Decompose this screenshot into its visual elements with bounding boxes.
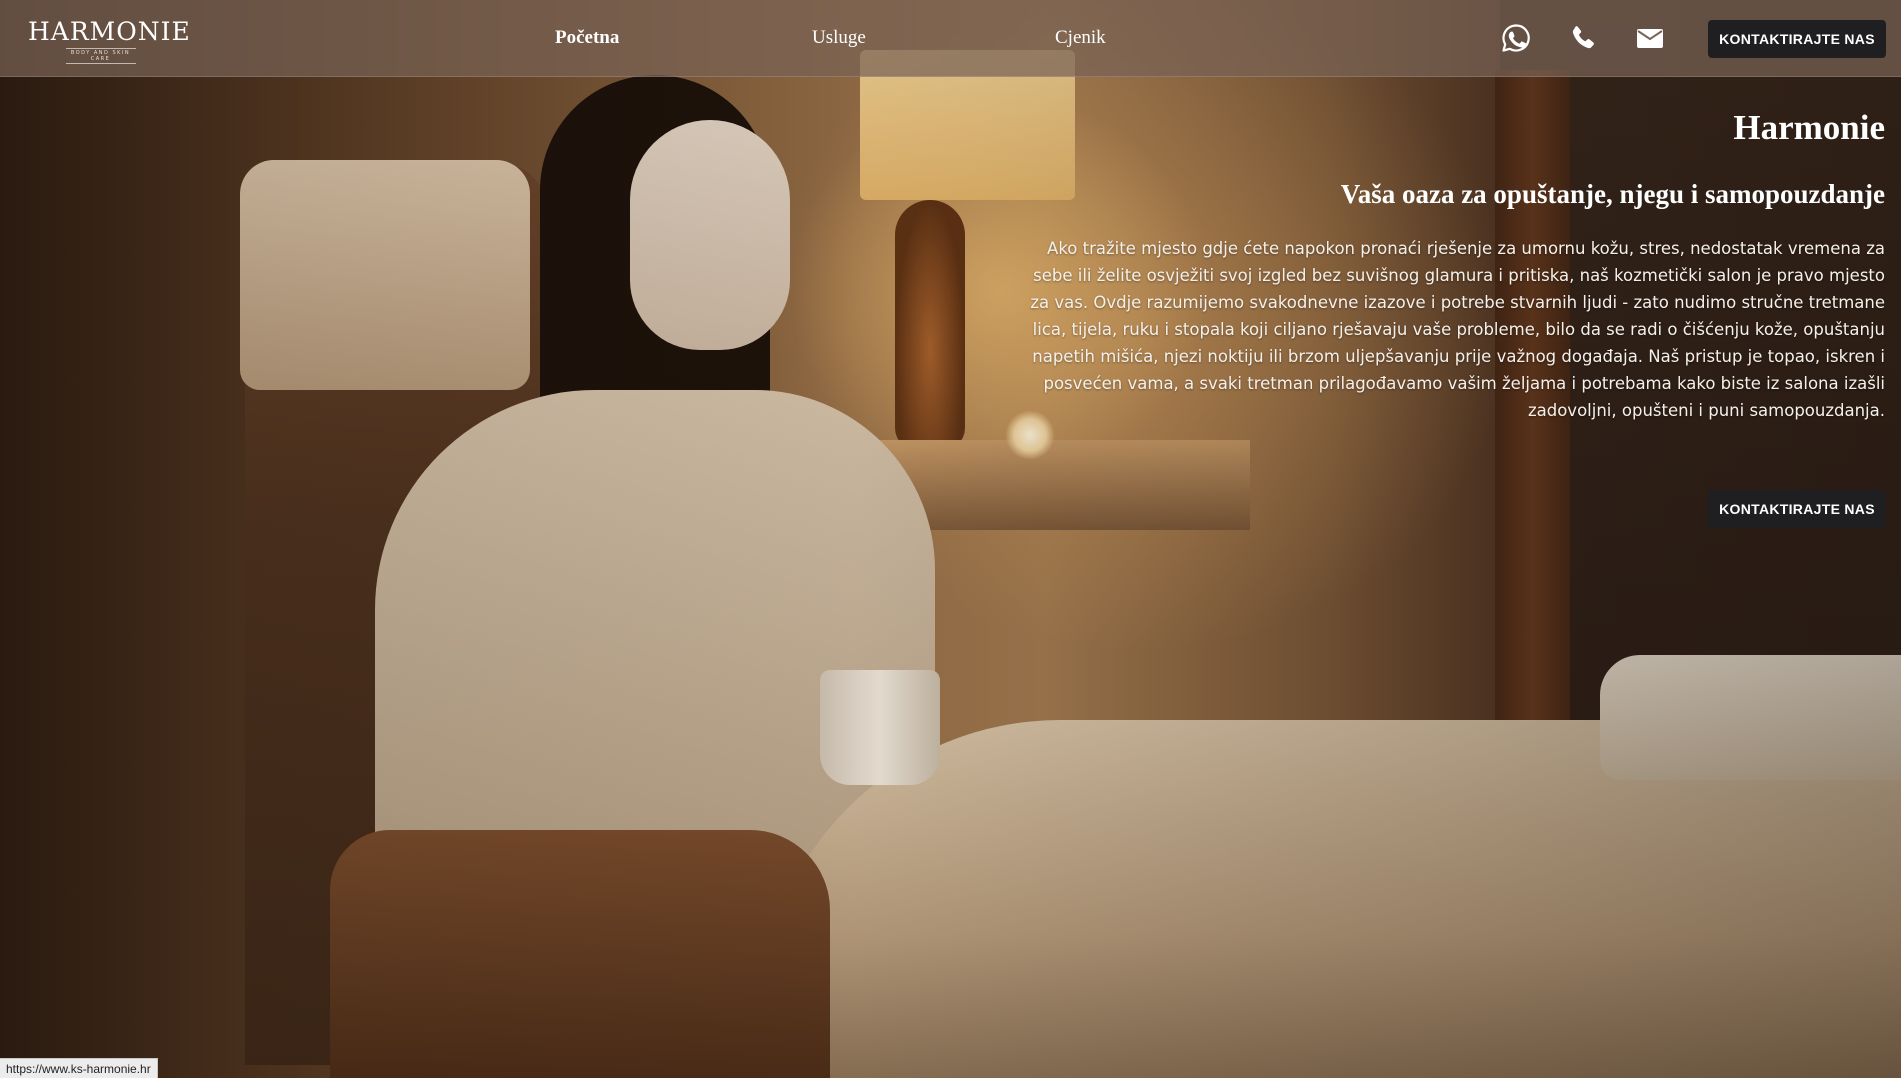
whatsapp-icon[interactable] bbox=[1500, 22, 1532, 54]
nav-link-pocetna[interactable]: Početna bbox=[555, 27, 619, 49]
contact-button-nav[interactable]: KONTAKTIRAJTE NAS bbox=[1708, 20, 1886, 58]
phone-icon[interactable] bbox=[1567, 22, 1599, 54]
nav-link-cjenik[interactable]: Cjenik bbox=[1055, 27, 1106, 49]
hero-subtitle: Vaša oaza za opuštanje, njegu i samopouz… bbox=[1340, 179, 1885, 209]
nav-link-usluge[interactable]: Usluge bbox=[812, 27, 866, 49]
logo-tagline: BODY AND SKIN CARE bbox=[65, 48, 136, 64]
hero-section: Harmonie Vaša oaza za opuštanje, njegu i… bbox=[1025, 100, 1885, 424]
logo-text: HARMONIE bbox=[28, 17, 191, 46]
site-logo[interactable]: HARMONIE BODY AND SKIN CARE bbox=[28, 17, 191, 64]
hero-title: Harmonie bbox=[1733, 108, 1885, 147]
hero-description: Ako tražite mjesto gdje ćete napokon pro… bbox=[1030, 239, 1885, 420]
email-icon[interactable] bbox=[1634, 22, 1666, 54]
top-navbar: HARMONIE BODY AND SKIN CARE Početna Uslu… bbox=[0, 0, 1901, 77]
status-bar-url: https://www.ks-harmonie.hr bbox=[0, 1058, 158, 1078]
contact-button-hero[interactable]: KONTAKTIRAJTE NAS bbox=[1708, 490, 1886, 528]
